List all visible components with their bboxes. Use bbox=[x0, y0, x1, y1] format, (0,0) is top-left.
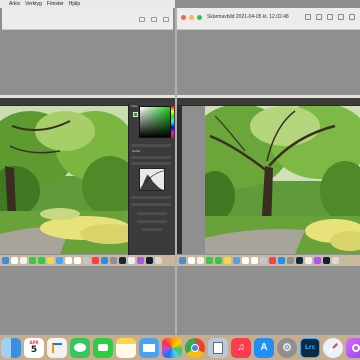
photoshop-icon bbox=[146, 257, 153, 264]
desktop-screen: Arkiv Verktyg Fönster Hjälp Skärmavbild … bbox=[0, 0, 360, 360]
finder-icon bbox=[179, 257, 186, 264]
info-icon[interactable] bbox=[305, 14, 311, 20]
menu-verktyg[interactable]: Verktyg bbox=[25, 0, 42, 8]
markup-icon[interactable] bbox=[151, 17, 157, 22]
messages-icon[interactable] bbox=[70, 337, 90, 358]
window-title: Skärmavbild 2021-04-05 kl. 12.02.48 bbox=[207, 14, 289, 20]
panel-row bbox=[131, 144, 171, 147]
reminders-icon[interactable] bbox=[47, 337, 67, 358]
minimize-window-button[interactable] bbox=[189, 15, 194, 20]
photos-icon bbox=[65, 257, 72, 264]
search-icon[interactable] bbox=[163, 17, 169, 22]
menu-hjalp[interactable]: Hjälp bbox=[69, 0, 80, 8]
settings-icon bbox=[287, 257, 294, 264]
ps-right-dock-strip bbox=[177, 255, 360, 266]
podcasts-icon bbox=[314, 257, 321, 264]
preview-icon bbox=[260, 257, 267, 264]
levels-panel-label: Nivåer bbox=[132, 149, 141, 153]
notes-icon[interactable] bbox=[116, 337, 136, 358]
reminders-icon bbox=[20, 257, 27, 264]
notes-icon bbox=[47, 257, 54, 264]
facetime-icon[interactable] bbox=[93, 337, 113, 358]
share-icon[interactable] bbox=[327, 14, 333, 20]
panel-row bbox=[131, 203, 171, 206]
mail-icon bbox=[56, 257, 63, 264]
safari-icon bbox=[128, 257, 135, 264]
search-icon[interactable] bbox=[349, 14, 355, 20]
finder-icon[interactable] bbox=[1, 337, 21, 358]
facetime-icon bbox=[215, 257, 222, 264]
trash-icon bbox=[155, 257, 162, 264]
music-icon[interactable]: ♫ bbox=[231, 337, 251, 358]
photos-icon[interactable] bbox=[162, 337, 182, 358]
calendar-icon bbox=[11, 257, 18, 264]
markup-icon[interactable] bbox=[338, 14, 344, 20]
menu-arkiv[interactable]: Arkiv bbox=[9, 0, 20, 8]
notes-icon bbox=[224, 257, 231, 264]
ps-right-photo-canvas bbox=[205, 106, 360, 254]
safari-icon bbox=[305, 257, 312, 264]
lightroom-classic-icon[interactable]: Lrc bbox=[300, 337, 320, 358]
reminders-icon bbox=[197, 257, 204, 264]
music-icon bbox=[269, 257, 276, 264]
close-window-button[interactable] bbox=[181, 15, 186, 20]
finder-icon bbox=[2, 257, 9, 264]
panel-row bbox=[131, 162, 171, 165]
chrome-icon bbox=[251, 257, 258, 264]
safari-icon[interactable] bbox=[323, 337, 343, 358]
messages-icon bbox=[206, 257, 213, 264]
lrc-label: Lrc bbox=[304, 344, 316, 351]
calendar-icon[interactable]: APR 5 bbox=[24, 337, 44, 358]
panel-row bbox=[142, 228, 162, 231]
preview-icon[interactable] bbox=[208, 337, 228, 358]
mail-icon[interactable] bbox=[139, 337, 159, 358]
foreground-swatch[interactable] bbox=[133, 112, 138, 117]
podcasts-icon bbox=[137, 257, 144, 264]
ps-right-toolbar bbox=[177, 106, 182, 254]
photoshop-icon bbox=[323, 257, 330, 264]
color-picker-field[interactable] bbox=[139, 106, 171, 138]
preview-icon bbox=[83, 257, 90, 264]
panel-row bbox=[137, 220, 167, 223]
hue-slider[interactable] bbox=[171, 106, 174, 138]
left-preview-window-toolbar bbox=[2, 8, 173, 30]
chrome-icon bbox=[74, 257, 81, 264]
menu-fonster[interactable]: Fönster bbox=[47, 0, 64, 8]
zoom-window-button[interactable] bbox=[197, 15, 202, 20]
lightroom-classic-icon bbox=[119, 257, 126, 264]
panel-row bbox=[131, 156, 171, 159]
levels-histogram[interactable] bbox=[139, 168, 165, 191]
photos-icon bbox=[242, 257, 249, 264]
menu-bar: Arkiv Verktyg Fönster Hjälp bbox=[0, 0, 175, 8]
right-preview-window-toolbar: Skärmavbild 2021-04-05 kl. 12.02.48 bbox=[177, 8, 360, 30]
appstore-icon[interactable]: A bbox=[254, 337, 274, 358]
trash-icon bbox=[332, 257, 339, 264]
appstore-icon bbox=[101, 257, 108, 264]
chrome-icon[interactable] bbox=[185, 337, 205, 358]
podcasts-icon[interactable] bbox=[346, 337, 360, 358]
calendar-day-label: 5 bbox=[30, 345, 38, 355]
settings-icon[interactable]: ⚙ bbox=[277, 337, 297, 358]
music-icon bbox=[92, 257, 99, 264]
panel-row bbox=[137, 212, 167, 215]
calendar-icon bbox=[188, 257, 195, 264]
appstore-icon bbox=[278, 257, 285, 264]
mail-icon bbox=[233, 257, 240, 264]
panel-row bbox=[131, 196, 171, 199]
messages-icon bbox=[29, 257, 36, 264]
ps-left-dock-strip bbox=[0, 255, 175, 266]
zoom-in-icon[interactable] bbox=[316, 14, 322, 20]
dock: APR 5 ♫ A ⚙ Lrc bbox=[0, 335, 360, 360]
settings-icon bbox=[110, 257, 117, 264]
ps-right-options-bar bbox=[177, 98, 360, 106]
lightroom-classic-icon bbox=[296, 257, 303, 264]
ps-left-photo-canvas bbox=[0, 106, 128, 254]
facetime-icon bbox=[38, 257, 45, 264]
share-icon[interactable] bbox=[139, 17, 145, 22]
